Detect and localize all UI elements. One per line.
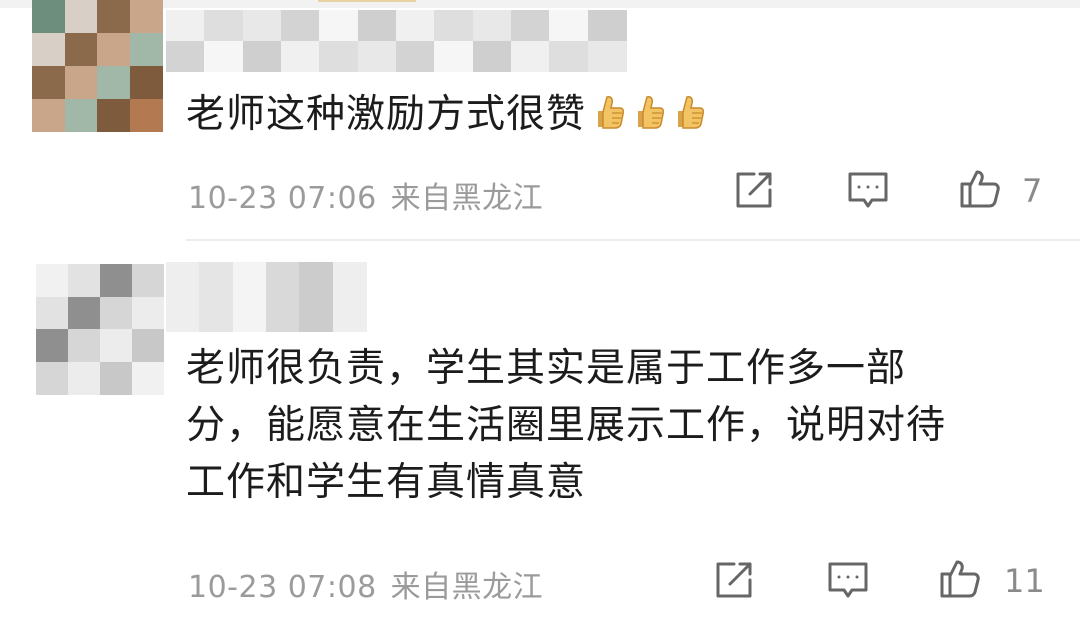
share-icon[interactable] bbox=[712, 558, 756, 602]
mosaic-pixel bbox=[511, 41, 550, 72]
mosaic-pixel bbox=[166, 10, 205, 41]
comment-meta: 10-23 07:08 来自黑龙江 bbox=[188, 562, 543, 606]
mosaic-pixel bbox=[266, 297, 300, 332]
mosaic-pixel bbox=[199, 262, 234, 297]
mosaic-pixel bbox=[64, 0, 98, 33]
comment-icon[interactable] bbox=[826, 558, 870, 602]
comment-location: 来自黑龙江 bbox=[390, 570, 544, 605]
mosaic-pixel bbox=[100, 296, 132, 330]
comment-line-2: 分，能愿意在生活圈里展示工作，说明对待 bbox=[186, 403, 947, 448]
mosaic-pixel bbox=[299, 297, 334, 332]
comment-location: 来自黑龙江 bbox=[390, 181, 544, 216]
mosaic-pixel bbox=[132, 264, 164, 297]
thumbs-up-icon[interactable] bbox=[958, 166, 1002, 210]
mosaic-pixel bbox=[68, 361, 100, 395]
mosaic-pixel bbox=[434, 10, 474, 41]
mosaic-pixel bbox=[129, 33, 163, 66]
mosaic-pixel bbox=[549, 10, 589, 41]
mosaic-pixel bbox=[204, 10, 244, 41]
mosaic-pixel bbox=[319, 41, 359, 72]
mosaic-pixel bbox=[132, 329, 164, 362]
like-count: 7 bbox=[1022, 172, 1043, 210]
mosaic-pixel bbox=[434, 41, 474, 72]
comment-divider bbox=[186, 239, 1080, 241]
mosaic-pixel bbox=[97, 0, 130, 33]
mosaic-pixel bbox=[204, 41, 244, 72]
mosaic-pixel bbox=[472, 41, 512, 72]
mosaic-pixel bbox=[36, 329, 68, 362]
like-count: 11 bbox=[1004, 562, 1045, 600]
mosaic-pixel bbox=[97, 99, 130, 132]
mosaic-pixel bbox=[299, 262, 334, 297]
mosaic-pixel bbox=[199, 297, 234, 332]
mosaic-pixel bbox=[166, 297, 200, 332]
mosaic-pixel bbox=[472, 10, 512, 41]
mosaic-pixel bbox=[68, 296, 100, 330]
mosaic-pixel bbox=[396, 10, 435, 41]
mosaic-pixel bbox=[129, 0, 163, 33]
mosaic-pixel bbox=[64, 99, 98, 132]
comment-meta: 10-23 07:06 来自黑龙江 bbox=[188, 173, 543, 217]
thumbs-up-emojis bbox=[586, 92, 706, 137]
comment-time: 10-23 07:08 bbox=[188, 570, 377, 605]
mosaic-pixel bbox=[166, 262, 200, 297]
mosaic-pixel bbox=[332, 262, 367, 297]
mosaic-pixel bbox=[332, 297, 367, 332]
mosaic-pixel bbox=[281, 10, 320, 41]
mosaic-pixel bbox=[357, 41, 397, 72]
thumbs-up-emoji-icon bbox=[632, 91, 666, 131]
thumbs-up-icon[interactable] bbox=[938, 556, 982, 600]
username-pixelated[interactable] bbox=[166, 10, 627, 72]
mosaic-pixel bbox=[319, 10, 359, 41]
mosaic-pixel bbox=[242, 41, 282, 72]
mosaic-pixel bbox=[97, 66, 130, 99]
mosaic-pixel bbox=[396, 41, 435, 72]
mosaic-pixel bbox=[36, 296, 68, 330]
mosaic-pixel bbox=[281, 41, 320, 72]
mosaic-pixel bbox=[32, 66, 65, 99]
mosaic-pixel bbox=[357, 10, 397, 41]
mosaic-pixel bbox=[100, 361, 132, 395]
mosaic-pixel bbox=[36, 361, 68, 395]
mosaic-pixel bbox=[36, 264, 68, 297]
mosaic-pixel bbox=[68, 264, 100, 297]
mosaic-pixel bbox=[129, 66, 163, 99]
comment-text: 老师这种激励方式很赞 bbox=[186, 86, 706, 143]
mosaic-pixel bbox=[242, 10, 282, 41]
comment-icon[interactable] bbox=[846, 168, 890, 212]
comment-line-1: 老师很负责，学生其实是属于工作多一部 bbox=[186, 346, 907, 391]
thumbs-up-emoji-icon bbox=[672, 91, 706, 131]
thumbs-up-emoji-icon bbox=[592, 91, 626, 131]
mosaic-pixel bbox=[100, 329, 132, 362]
mosaic-pixel bbox=[511, 10, 550, 41]
mosaic-pixel bbox=[68, 329, 100, 362]
mosaic-pixel bbox=[32, 0, 65, 33]
mosaic-pixel bbox=[129, 99, 163, 132]
mosaic-pixel bbox=[587, 41, 627, 72]
comment-time: 10-23 07:06 bbox=[188, 181, 377, 216]
mosaic-pixel bbox=[64, 33, 98, 66]
mosaic-pixel bbox=[266, 262, 300, 297]
mosaic-pixel bbox=[97, 33, 130, 66]
mosaic-pixel bbox=[32, 99, 65, 132]
mosaic-pixel bbox=[232, 262, 267, 297]
comment-body: 老师这种激励方式很赞 bbox=[186, 92, 587, 137]
mosaic-pixel bbox=[32, 33, 65, 66]
comment-text: 老师很负责，学生其实是属于工作多一部 分，能愿意在生活圈里展示工作，说明对待 工… bbox=[186, 340, 946, 511]
share-icon[interactable] bbox=[732, 168, 776, 212]
comment-line-3: 工作和学生有真情真意 bbox=[186, 460, 587, 505]
mosaic-pixel bbox=[64, 66, 98, 99]
mosaic-pixel bbox=[132, 361, 164, 395]
mosaic-pixel bbox=[166, 41, 205, 72]
username-pixelated[interactable] bbox=[166, 262, 367, 332]
avatar-pixelated[interactable] bbox=[32, 0, 163, 132]
top-accent bbox=[318, 0, 416, 2]
mosaic-pixel bbox=[100, 264, 132, 297]
mosaic-pixel bbox=[587, 10, 627, 41]
mosaic-pixel bbox=[132, 296, 164, 330]
mosaic-pixel bbox=[549, 41, 589, 72]
avatar-pixelated[interactable] bbox=[36, 264, 164, 395]
mosaic-pixel bbox=[232, 297, 267, 332]
